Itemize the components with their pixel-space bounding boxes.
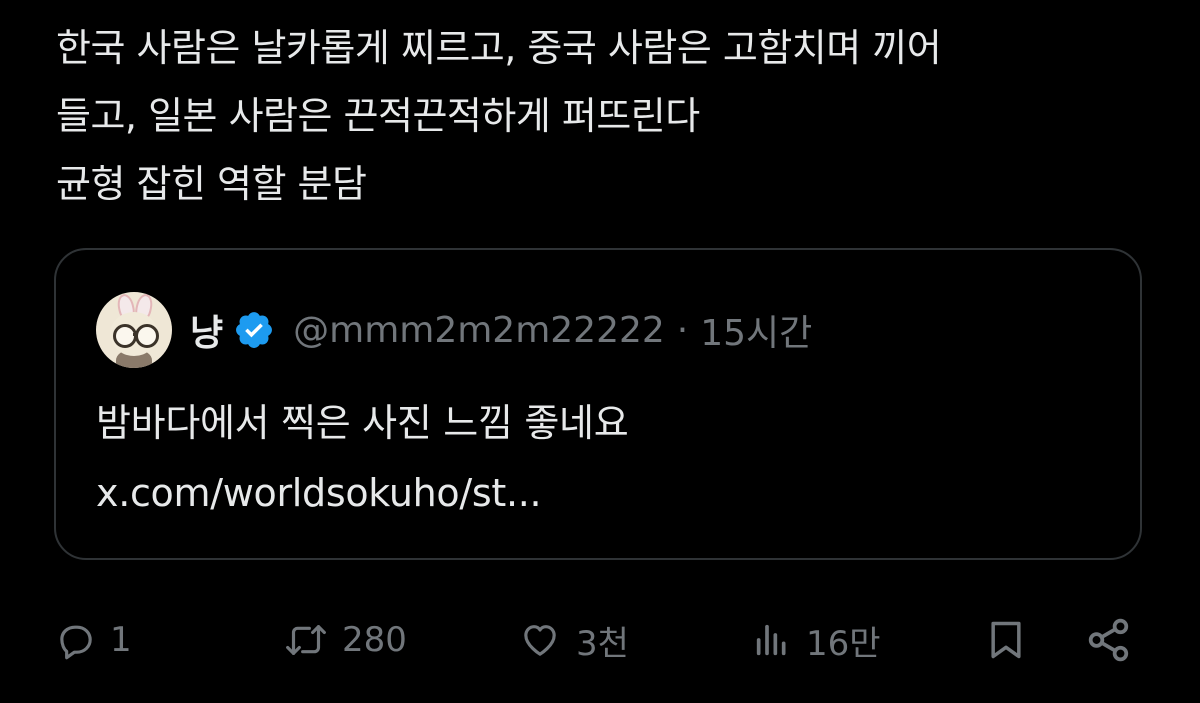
quoted-timestamp[interactable]: 15시간 — [700, 304, 812, 356]
reply-icon — [56, 620, 96, 660]
tweet-text: 한국 사람은 날카롭게 찌르고, 중국 사람은 고함치며 끼어 들고, 일본 사… — [56, 14, 1166, 218]
views-count: 16만 — [806, 623, 881, 664]
reply-button[interactable]: 1 — [56, 610, 132, 670]
tweet-text-line: 들고, 일본 사람은 끈적끈적하게 퍼뜨린다 — [56, 94, 700, 138]
quoted-text-line: 밤바다에서 찍은 사진 느낌 좋네요 — [96, 401, 629, 445]
tweet-text-line: 한국 사람은 날카롭게 찌르고, 중국 사람은 고함치며 끼어 — [56, 26, 942, 70]
retweet-icon — [284, 620, 328, 660]
reply-count: 1 — [110, 620, 132, 660]
quoted-tweet-text: 밤바다에서 찍은 사진 느낌 좋네요 x.com/worldsokuho/st.… — [96, 388, 629, 528]
quoted-author-handle[interactable]: @mmm2m2m22222 — [293, 310, 665, 351]
quoted-tweet-card[interactable]: 냥 @mmm2m2m22222 · 15시간 밤바다에서 찍은 사진 느낌 좋네… — [54, 248, 1142, 560]
like-button[interactable]: 3천 — [518, 610, 629, 670]
separator-dot: · — [676, 309, 689, 351]
quoted-tweet-header: 냥 @mmm2m2m22222 · 15시간 — [96, 292, 812, 368]
avatar[interactable] — [96, 292, 172, 368]
views-chart-icon — [752, 620, 792, 660]
bookmark-icon — [984, 616, 1028, 664]
share-icon — [1084, 615, 1134, 665]
views-button[interactable]: 16만 — [752, 610, 881, 670]
avatar-glasses-right — [135, 324, 159, 348]
verified-badge-icon — [233, 309, 275, 351]
retweet-button[interactable]: 280 — [284, 610, 407, 670]
quoted-link[interactable]: x.com/worldsokuho/st... — [96, 458, 628, 528]
quoted-author-name[interactable]: 냥 — [190, 304, 223, 356]
bookmark-button[interactable] — [984, 610, 1028, 670]
tweet-action-bar: 1 280 3천 16만 — [0, 600, 1200, 680]
heart-icon — [518, 620, 562, 660]
avatar-glasses-left — [113, 324, 137, 348]
share-button[interactable] — [1084, 610, 1134, 670]
tweet-text-line: 균형 잡힌 역할 분담 — [56, 162, 367, 206]
like-count: 3천 — [576, 623, 629, 664]
retweet-count: 280 — [342, 620, 407, 660]
